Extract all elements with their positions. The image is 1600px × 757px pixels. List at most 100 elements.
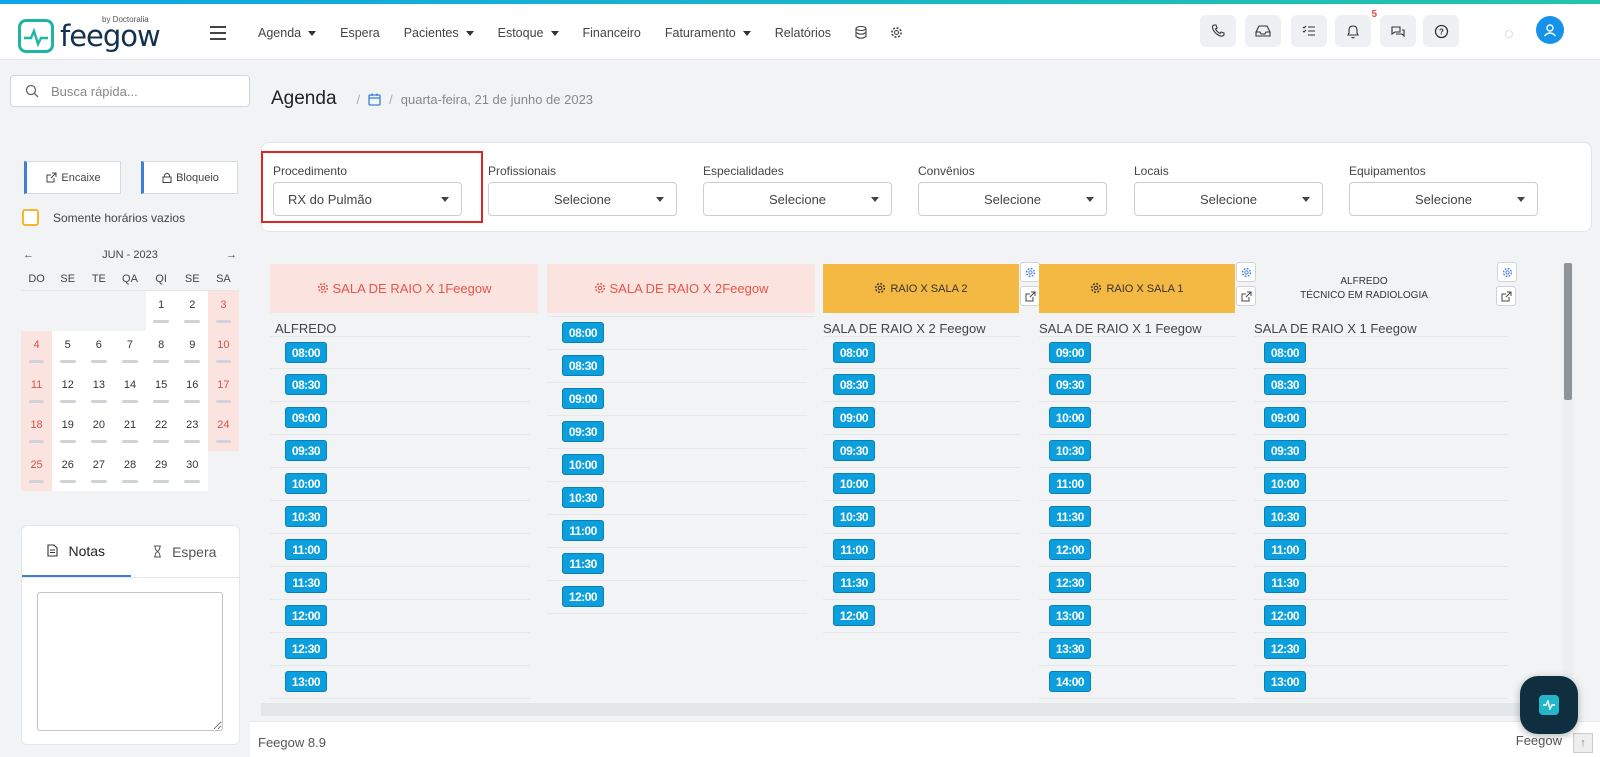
time-slot-button[interactable]: 08:30 — [285, 374, 327, 395]
calendar-day[interactable]: 21 — [114, 411, 146, 451]
time-slot-button[interactable]: 09:30 — [1264, 440, 1306, 461]
time-slot-button[interactable]: 10:30 — [562, 487, 604, 508]
time-slot-button[interactable]: 11:30 — [1264, 572, 1306, 593]
calendar-day[interactable]: 16 — [176, 371, 208, 411]
nav-item-faturamento[interactable]: Faturamento — [665, 26, 751, 40]
nav-item-estoque[interactable]: Estoque — [498, 26, 559, 40]
time-slot-button[interactable]: 10:00 — [1264, 473, 1306, 494]
calendar-day[interactable]: 29 — [145, 451, 177, 491]
time-slot-button[interactable]: 12:00 — [1264, 605, 1306, 626]
time-slot-button[interactable]: 11:00 — [562, 520, 604, 541]
calendar-day[interactable]: 27 — [83, 451, 115, 491]
time-slot-button[interactable]: 11:00 — [1049, 473, 1091, 494]
prev-month-icon[interactable]: ← — [23, 249, 34, 261]
notes-textarea[interactable] — [37, 592, 223, 731]
time-slot-button[interactable]: 11:00 — [1264, 539, 1306, 560]
tab-notas[interactable]: Notas — [22, 526, 131, 577]
nav-item-pacientes[interactable]: Pacientes — [404, 26, 474, 40]
scroll-top-icon[interactable]: ↑ — [1573, 733, 1593, 753]
search-input[interactable]: Busca rápida... — [51, 84, 138, 99]
quick-search[interactable]: Busca rápida... — [10, 75, 250, 107]
time-slot-button[interactable]: 09:00 — [833, 407, 875, 428]
calendar-day[interactable]: 23 — [176, 411, 208, 451]
time-slot-button[interactable]: 09:00 — [285, 407, 327, 428]
calendar-day[interactable]: 20 — [83, 411, 115, 451]
filter-select[interactable]: Selecione — [703, 182, 892, 216]
time-slot-button[interactable]: 11:00 — [833, 539, 875, 560]
time-slot-button[interactable]: 12:30 — [285, 638, 327, 659]
tab-espera[interactable]: Espera — [131, 526, 240, 577]
nav-item-agenda[interactable]: Agenda — [258, 26, 317, 40]
column-open-button[interactable] — [1236, 286, 1256, 306]
only-empty-checkbox[interactable] — [22, 209, 39, 226]
time-slot-button[interactable]: 08:00 — [285, 342, 327, 363]
time-slot-button[interactable]: 12:00 — [1049, 539, 1091, 560]
column-settings-button[interactable] — [1497, 262, 1517, 282]
time-slot-button[interactable]: 13:00 — [285, 671, 327, 692]
inbox-button[interactable] — [1245, 15, 1281, 47]
time-slot-button[interactable]: 11:00 — [285, 539, 327, 560]
calendar-day[interactable]: 12 — [52, 371, 84, 411]
filter-select[interactable]: Selecione — [918, 182, 1107, 216]
time-slot-button[interactable]: 09:00 — [1264, 407, 1306, 428]
assistant-fab-button[interactable] — [1520, 676, 1578, 734]
time-slot-button[interactable]: 12:30 — [1049, 572, 1091, 593]
calendar-day[interactable]: 10 — [207, 331, 239, 371]
calendar-day[interactable]: 19 — [52, 411, 84, 451]
nav-item-relatórios[interactable]: Relatórios — [775, 26, 831, 40]
horizontal-scrollbar[interactable] — [261, 703, 1562, 716]
encaixe-button[interactable]: Encaixe — [24, 161, 121, 194]
notifications-button[interactable]: 5 — [1335, 9, 1377, 47]
time-slot-button[interactable]: 09:30 — [833, 440, 875, 461]
time-slot-button[interactable]: 08:30 — [833, 374, 875, 395]
filter-select[interactable]: Selecione — [488, 182, 677, 216]
time-slot-button[interactable]: 13:30 — [1049, 638, 1091, 659]
time-slot-button[interactable]: 09:00 — [562, 388, 604, 409]
nav-item-financeiro[interactable]: Financeiro — [583, 26, 641, 40]
time-slot-button[interactable]: 10:30 — [1049, 440, 1091, 461]
time-slot-button[interactable]: 08:30 — [562, 355, 604, 376]
column-open-button[interactable] — [1020, 286, 1040, 306]
feegow-logo[interactable]: feegow by Doctoralia — [18, 15, 161, 53]
filter-select[interactable]: Selecione — [1349, 182, 1538, 216]
calendar-day[interactable]: 28 — [114, 451, 146, 491]
time-slot-button[interactable]: 08:00 — [562, 322, 604, 343]
gear-icon[interactable] — [890, 26, 903, 39]
time-slot-button[interactable]: 08:00 — [1264, 342, 1306, 363]
time-slot-button[interactable]: 09:30 — [285, 440, 327, 461]
time-slot-button[interactable]: 10:30 — [833, 506, 875, 527]
calendar-day[interactable]: 26 — [52, 451, 84, 491]
column-settings-button[interactable] — [1236, 262, 1256, 282]
calendar-day[interactable]: 6 — [83, 331, 115, 371]
time-slot-button[interactable]: 10:00 — [1049, 407, 1091, 428]
time-slot-button[interactable]: 12:00 — [833, 605, 875, 626]
calendar-day[interactable]: 13 — [83, 371, 115, 411]
nav-item-espera[interactable]: Espera — [340, 26, 380, 40]
calendar-icon[interactable] — [368, 93, 381, 106]
time-slot-button[interactable]: 11:30 — [562, 553, 604, 574]
calendar-day[interactable]: 25 — [21, 451, 53, 491]
time-slot-button[interactable]: 13:00 — [1049, 605, 1091, 626]
column-settings-button[interactable] — [1020, 262, 1040, 282]
time-slot-button[interactable]: 09:30 — [1049, 374, 1091, 395]
vertical-scrollbar[interactable] — [1563, 263, 1573, 703]
user-avatar[interactable] — [1536, 16, 1564, 44]
time-slot-button[interactable]: 10:00 — [285, 473, 327, 494]
calendar-day[interactable]: 4 — [21, 331, 53, 371]
time-slot-button[interactable]: 12:00 — [562, 586, 604, 607]
time-slot-button[interactable]: 10:30 — [1264, 506, 1306, 527]
calendar-day[interactable]: 7 — [114, 331, 146, 371]
time-slot-button[interactable]: 08:00 — [833, 342, 875, 363]
time-slot-button[interactable]: 11:30 — [833, 572, 875, 593]
time-slot-button[interactable]: 09:30 — [562, 421, 604, 442]
calendar-day[interactable]: 3 — [207, 291, 239, 331]
calendar-day[interactable]: 2 — [176, 291, 208, 331]
time-slot-button[interactable]: 10:00 — [833, 473, 875, 494]
next-month-icon[interactable]: → — [226, 249, 237, 261]
time-slot-button[interactable]: 11:30 — [285, 572, 327, 593]
calendar-day[interactable]: 18 — [21, 411, 53, 451]
calendar-day[interactable]: 9 — [176, 331, 208, 371]
chat-button[interactable] — [1380, 15, 1416, 47]
calendar-day[interactable]: 17 — [207, 371, 239, 411]
time-slot-button[interactable]: 11:30 — [1049, 506, 1091, 527]
